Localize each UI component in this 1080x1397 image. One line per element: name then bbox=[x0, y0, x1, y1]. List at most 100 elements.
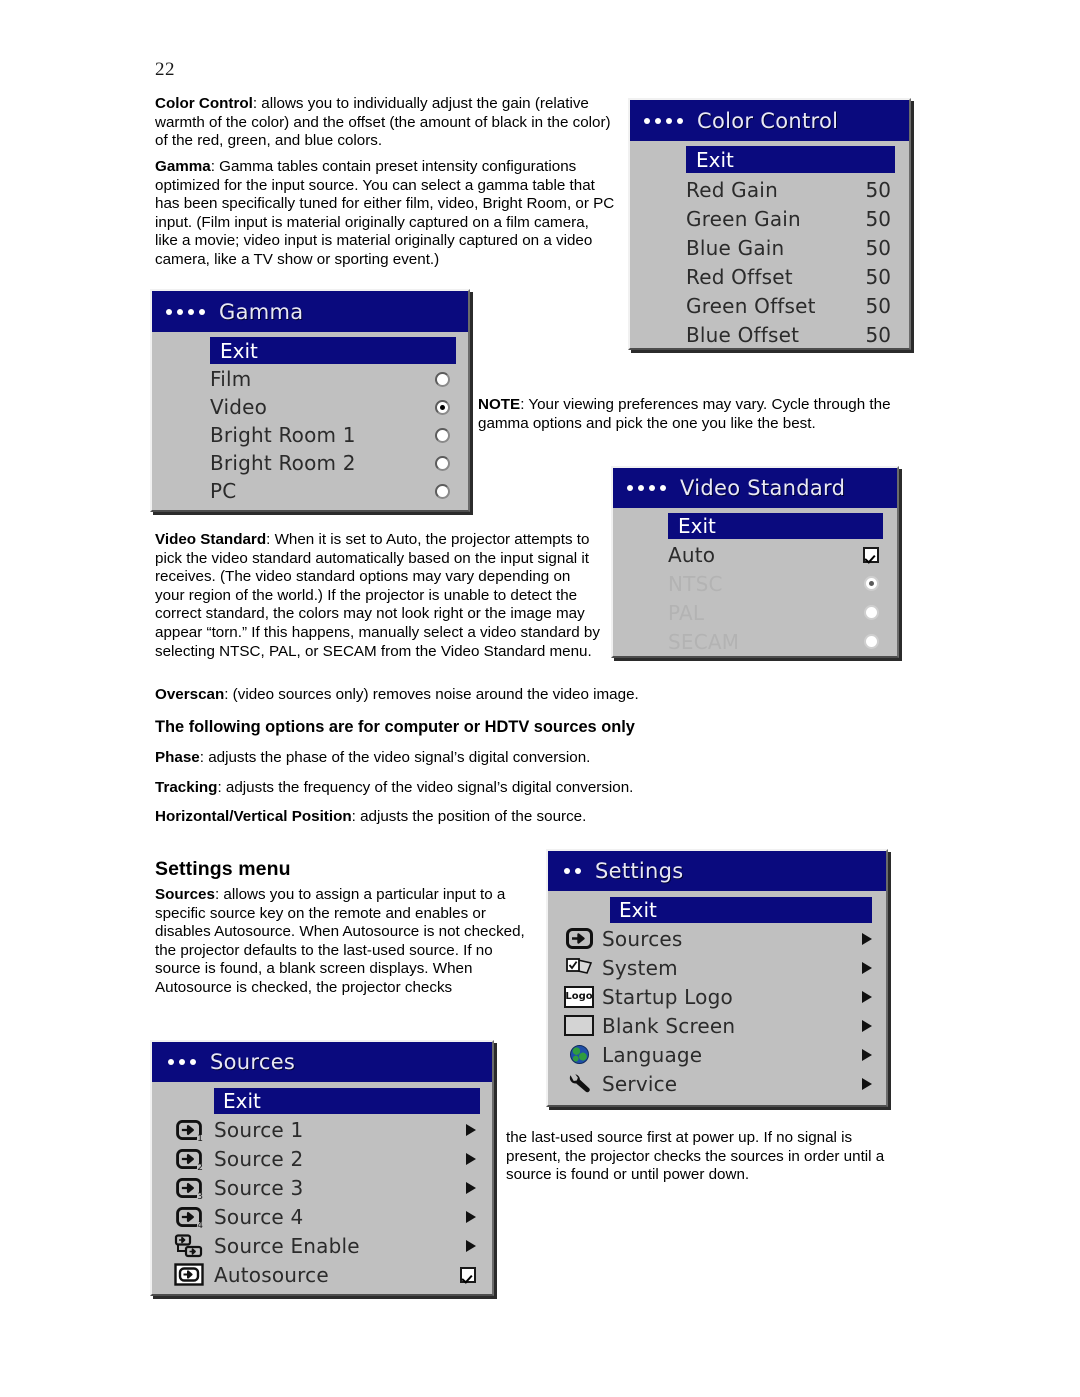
source-enable-icon bbox=[164, 1233, 214, 1258]
text-phase: : adjusts the phase of the video signal’… bbox=[199, 749, 591, 766]
globe-icon-shape bbox=[569, 1045, 589, 1064]
osd-row-autosource[interactable]: Autosource bbox=[152, 1260, 492, 1289]
radio-bright-room-2-icon[interactable] bbox=[435, 455, 450, 471]
osd-menu-video-standard[interactable]: Video Standard Exit Auto NTSC PAL SECAM bbox=[611, 466, 899, 658]
osd-row-red-gain[interactable]: Red Gain 50 bbox=[630, 175, 909, 204]
osd-row-ntsc[interactable]: NTSC bbox=[613, 569, 897, 598]
osd-row-green-offset[interactable]: Green Offset 50 bbox=[630, 291, 909, 320]
osd-row-red-offset[interactable]: Red Offset 50 bbox=[630, 262, 909, 291]
osd-row-pal[interactable]: PAL bbox=[613, 598, 897, 627]
osd-row-system[interactable]: System bbox=[548, 953, 886, 982]
osd-menu-gamma[interactable]: Gamma Exit Film Video Bright Room 1 Brig… bbox=[150, 289, 470, 512]
osd-row-video[interactable]: Video bbox=[152, 393, 468, 421]
osd-menu-sources[interactable]: Sources Exit 1 Source 1 2 Source 2 3 Sou… bbox=[150, 1040, 494, 1296]
osd-row-service[interactable]: Service bbox=[548, 1069, 886, 1098]
system-icon bbox=[556, 957, 602, 979]
osd-exit-label: Exit bbox=[619, 898, 657, 922]
radio-film-icon[interactable] bbox=[435, 371, 450, 387]
term-note: NOTE bbox=[478, 396, 521, 413]
osd-row-blue-gain[interactable]: Blue Gain 50 bbox=[630, 233, 909, 262]
logo-icon-box: Logo bbox=[564, 985, 594, 1008]
osd-dots-icon bbox=[627, 485, 666, 491]
osd-exit-settings[interactable]: Exit bbox=[610, 897, 872, 923]
osd-exit-gamma[interactable]: Exit bbox=[210, 337, 456, 364]
radio-secam-icon[interactable] bbox=[864, 634, 879, 649]
submenu-arrow-icon[interactable] bbox=[862, 1048, 872, 1061]
submenu-arrow-icon[interactable] bbox=[466, 1152, 476, 1165]
text-overscan: : (video sources only) removes noise aro… bbox=[224, 686, 639, 703]
osd-body-gamma: Exit Film Video Bright Room 1 Bright Roo… bbox=[152, 337, 468, 505]
osd-row-value: 50 bbox=[865, 322, 891, 347]
radio-bright-room-1-icon[interactable] bbox=[435, 427, 450, 443]
osd-row-bright-room-2[interactable]: Bright Room 2 bbox=[152, 449, 468, 477]
osd-row-value: 50 bbox=[865, 177, 891, 202]
osd-row-source-enable[interactable]: Source Enable bbox=[152, 1231, 492, 1260]
osd-exit-color-control[interactable]: Exit bbox=[686, 146, 895, 173]
source-in-icon-svg bbox=[565, 928, 593, 949]
heading-hdtv-options: The following options are for computer o… bbox=[155, 718, 635, 736]
radio-ntsc-icon[interactable] bbox=[864, 576, 879, 591]
osd-row-label: Bright Room 2 bbox=[210, 451, 356, 475]
osd-row-label: Autosource bbox=[214, 1262, 329, 1287]
osd-row-label: Startup Logo bbox=[602, 984, 733, 1009]
text-video-standard: : When it is set to Auto, the projector … bbox=[155, 531, 600, 660]
radio-pc-icon[interactable] bbox=[435, 483, 450, 499]
term-overscan: Overscan bbox=[155, 686, 225, 703]
osd-row-source-2[interactable]: 2 Source 2 bbox=[152, 1144, 492, 1173]
submenu-arrow-icon[interactable] bbox=[862, 990, 872, 1003]
osd-row-label: Source 3 bbox=[214, 1175, 304, 1200]
osd-row-label: Bright Room 1 bbox=[210, 423, 356, 447]
osd-row-label: Blue Offset bbox=[686, 322, 800, 347]
osd-exit-video-standard[interactable]: Exit bbox=[668, 513, 883, 539]
osd-row-auto[interactable]: Auto bbox=[613, 540, 897, 569]
osd-row-blank-screen[interactable]: Blank Screen bbox=[548, 1011, 886, 1040]
checkbox-auto-icon[interactable] bbox=[863, 546, 879, 563]
osd-row-secam[interactable]: SECAM bbox=[613, 627, 897, 656]
globe-icon bbox=[556, 1045, 602, 1064]
osd-title-sources: Sources bbox=[152, 1042, 492, 1082]
submenu-arrow-icon[interactable] bbox=[466, 1123, 476, 1136]
submenu-arrow-icon[interactable] bbox=[466, 1181, 476, 1194]
osd-row-value: 50 bbox=[865, 206, 891, 231]
osd-row-value: 50 bbox=[865, 235, 891, 260]
osd-row-label: Blank Screen bbox=[602, 1013, 736, 1038]
submenu-arrow-icon[interactable] bbox=[862, 1019, 872, 1032]
submenu-arrow-icon[interactable] bbox=[862, 1077, 872, 1090]
osd-title-text: Settings bbox=[595, 859, 684, 883]
osd-exit-label: Exit bbox=[220, 338, 258, 363]
osd-row-language[interactable]: Language bbox=[548, 1040, 886, 1069]
osd-body-settings: Exit Sources System Logo Startup Logo Bl… bbox=[548, 897, 886, 1098]
paragraph-color-control: Color Control: allows you to individuall… bbox=[155, 95, 615, 151]
osd-row-blue-offset[interactable]: Blue Offset 50 bbox=[630, 320, 909, 349]
blank-screen-icon bbox=[556, 1015, 602, 1036]
text-tracking: : adjusts the frequency of the video sig… bbox=[217, 779, 634, 796]
term-gamma: Gamma bbox=[155, 158, 211, 175]
osd-dots-icon bbox=[168, 1059, 196, 1065]
osd-row-label: NTSC bbox=[668, 571, 723, 596]
source-index-badge: 4 bbox=[197, 1220, 203, 1231]
term-video-standard: Video Standard bbox=[155, 531, 267, 548]
osd-row-startup-logo[interactable]: Logo Startup Logo bbox=[548, 982, 886, 1011]
submenu-arrow-icon[interactable] bbox=[862, 932, 872, 945]
osd-row-pc[interactable]: PC bbox=[152, 477, 468, 505]
osd-row-sources[interactable]: Sources bbox=[548, 924, 886, 953]
osd-menu-settings[interactable]: Settings Exit Sources System Logo Startu… bbox=[546, 849, 888, 1107]
checkbox-autosource-icon[interactable] bbox=[460, 1266, 476, 1283]
osd-row-source-1[interactable]: 1 Source 1 bbox=[152, 1115, 492, 1144]
radio-pal-icon[interactable] bbox=[864, 605, 879, 620]
osd-exit-sources[interactable]: Exit bbox=[214, 1088, 480, 1114]
radio-video-icon[interactable] bbox=[435, 399, 450, 415]
submenu-arrow-icon[interactable] bbox=[862, 961, 872, 974]
osd-row-label: Red Offset bbox=[686, 264, 793, 289]
submenu-arrow-icon[interactable] bbox=[466, 1210, 476, 1223]
osd-row-source-4[interactable]: 4 Source 4 bbox=[152, 1202, 492, 1231]
submenu-arrow-icon[interactable] bbox=[466, 1239, 476, 1252]
paragraph-note: NOTE: Your viewing preferences may vary.… bbox=[478, 396, 910, 433]
osd-menu-color-control[interactable]: Color Control Exit Red Gain 50 Green Gai… bbox=[628, 98, 911, 350]
osd-row-source-3[interactable]: 3 Source 3 bbox=[152, 1173, 492, 1202]
osd-row-film[interactable]: Film bbox=[152, 365, 468, 393]
osd-title-text: Video Standard bbox=[680, 476, 846, 500]
osd-row-bright-room-1[interactable]: Bright Room 1 bbox=[152, 421, 468, 449]
osd-row-green-gain[interactable]: Green Gain 50 bbox=[630, 204, 909, 233]
wrench-icon-svg bbox=[569, 1074, 590, 1093]
